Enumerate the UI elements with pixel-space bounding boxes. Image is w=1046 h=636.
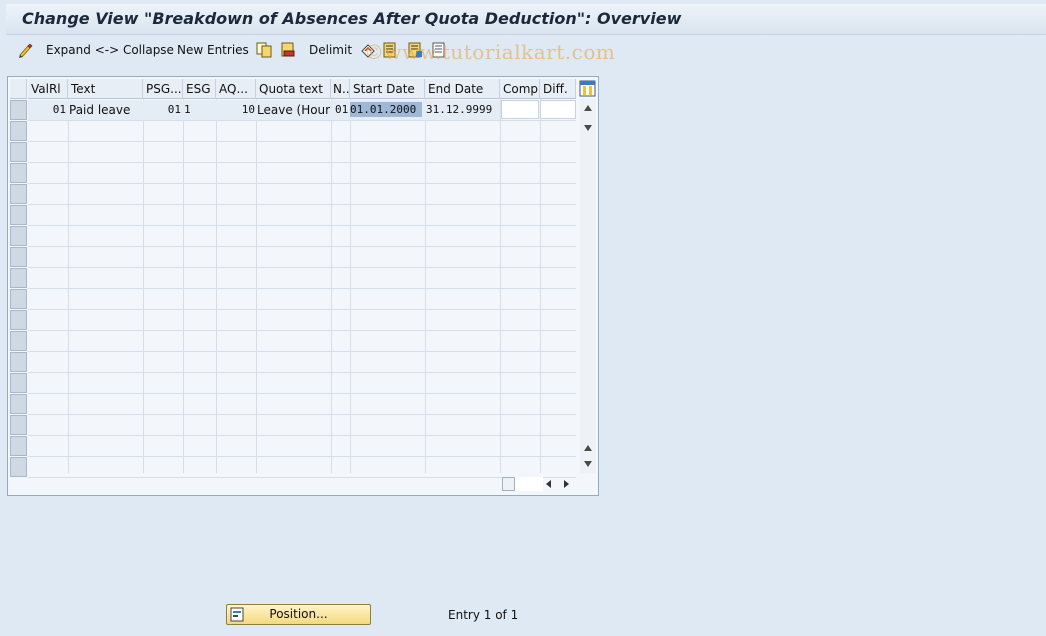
column-divider [500,99,501,473]
select-all-rows-corner[interactable] [10,79,27,99]
row-selector[interactable] [10,142,27,162]
column-header-quota-text[interactable]: Quota text [256,79,331,99]
column-divider [256,99,257,473]
row-selector[interactable] [10,331,27,351]
row-selector[interactable] [10,394,27,414]
row-divider [28,351,576,352]
row-selector[interactable] [10,436,27,456]
row-selector[interactable] [10,205,27,225]
delete-icon[interactable] [280,42,296,58]
column-divider [68,99,69,473]
row-divider [28,120,576,121]
cell-aq[interactable]: 10 [216,100,255,120]
new-entries-button[interactable]: New Entries [177,43,249,59]
row-divider [28,309,576,310]
row-selector[interactable] [10,100,27,120]
column-header-start-date[interactable]: Start Date [350,79,425,99]
column-header-diff[interactable]: Diff. [540,79,576,99]
scroll-page-down-icon[interactable] [584,125,592,131]
row-selector[interactable] [10,310,27,330]
row-divider [28,330,576,331]
row-selector[interactable] [10,457,27,477]
row-selector[interactable] [10,247,27,267]
title-bar: Change View "Breakdown of Absences After… [6,4,1046,35]
position-button[interactable]: Position... [226,604,371,625]
vertical-scrollbar[interactable] [580,99,596,473]
row-divider [28,288,576,289]
row-selector[interactable] [10,415,27,435]
column-header-text[interactable]: Text [68,79,143,99]
column-divider [425,99,426,473]
cell-end-date[interactable]: 31.12.9999 [426,100,499,120]
row-divider [28,393,576,394]
column-divider [143,99,144,473]
row-divider [28,435,576,436]
column-header-n[interactable]: N.. [331,79,350,99]
column-header-aq[interactable]: AQ... [216,79,256,99]
row-selector[interactable] [10,226,27,246]
scroll-right-arrow-icon[interactable] [564,480,569,488]
row-divider [28,477,576,478]
scroll-left-arrow-icon[interactable] [546,480,551,488]
cell-text[interactable]: Paid leave [69,100,142,120]
column-divider [183,99,184,473]
column-header-end-date[interactable]: End Date [425,79,500,99]
column-divider [350,99,351,473]
column-header-comp[interactable]: Comp. [500,79,540,99]
horizontal-scroll-track[interactable] [515,477,543,491]
input-comp[interactable] [501,100,539,119]
row-selector[interactable] [10,268,27,288]
row-selector[interactable] [10,163,27,183]
row-divider [28,225,576,226]
window-title: Change View "Breakdown of Absences After… [22,9,682,28]
scroll-page-up-icon[interactable] [584,445,592,451]
row-divider [28,183,576,184]
change-display-icon[interactable] [18,42,34,58]
row-divider [28,246,576,247]
cell-esg[interactable]: 1 [184,100,214,120]
horizontal-scroll-thumb[interactable] [502,477,515,491]
cell-n[interactable]: 01 [335,100,350,120]
row-divider [28,141,576,142]
delimit-button[interactable]: Delimit [309,43,352,59]
row-selector[interactable] [10,121,27,141]
entry-counter: Entry 1 of 1 [448,608,519,622]
column-header-esg[interactable]: ESG [183,79,216,99]
copy-icon[interactable] [256,42,272,58]
row-selector[interactable] [10,373,27,393]
watermark: ©www.tutorialkart.com [364,40,616,64]
row-divider [28,162,576,163]
row-divider [28,456,576,457]
expand-collapse-button[interactable]: Expand <-> Collapse [46,43,174,59]
column-divider [216,99,217,473]
column-divider [540,99,541,473]
column-header-psg[interactable]: PSG... [143,79,183,99]
column-header-valrl[interactable]: ValRl [28,79,68,99]
row-selector[interactable] [10,289,27,309]
row-selector[interactable] [10,352,27,372]
cell-valrl[interactable]: 01 [28,100,66,120]
column-divider [331,99,332,473]
row-divider [28,204,576,205]
scroll-down-arrow-icon[interactable] [584,461,592,467]
row-divider [28,414,576,415]
table-settings-icon[interactable] [579,80,596,97]
position-button-label: Position... [269,607,328,621]
input-diff[interactable] [540,100,576,119]
table-control: ValRl Text PSG... ESG AQ... Quota text N… [7,76,599,496]
row-divider [28,372,576,373]
cell-start-date[interactable]: 01.01.2000 [350,102,422,117]
cell-quota-text[interactable]: Leave (Hour… [257,100,330,120]
row-divider [28,267,576,268]
scroll-up-arrow-icon[interactable] [584,105,592,111]
cell-psg[interactable]: 01 [143,100,181,120]
row-selector[interactable] [10,184,27,204]
